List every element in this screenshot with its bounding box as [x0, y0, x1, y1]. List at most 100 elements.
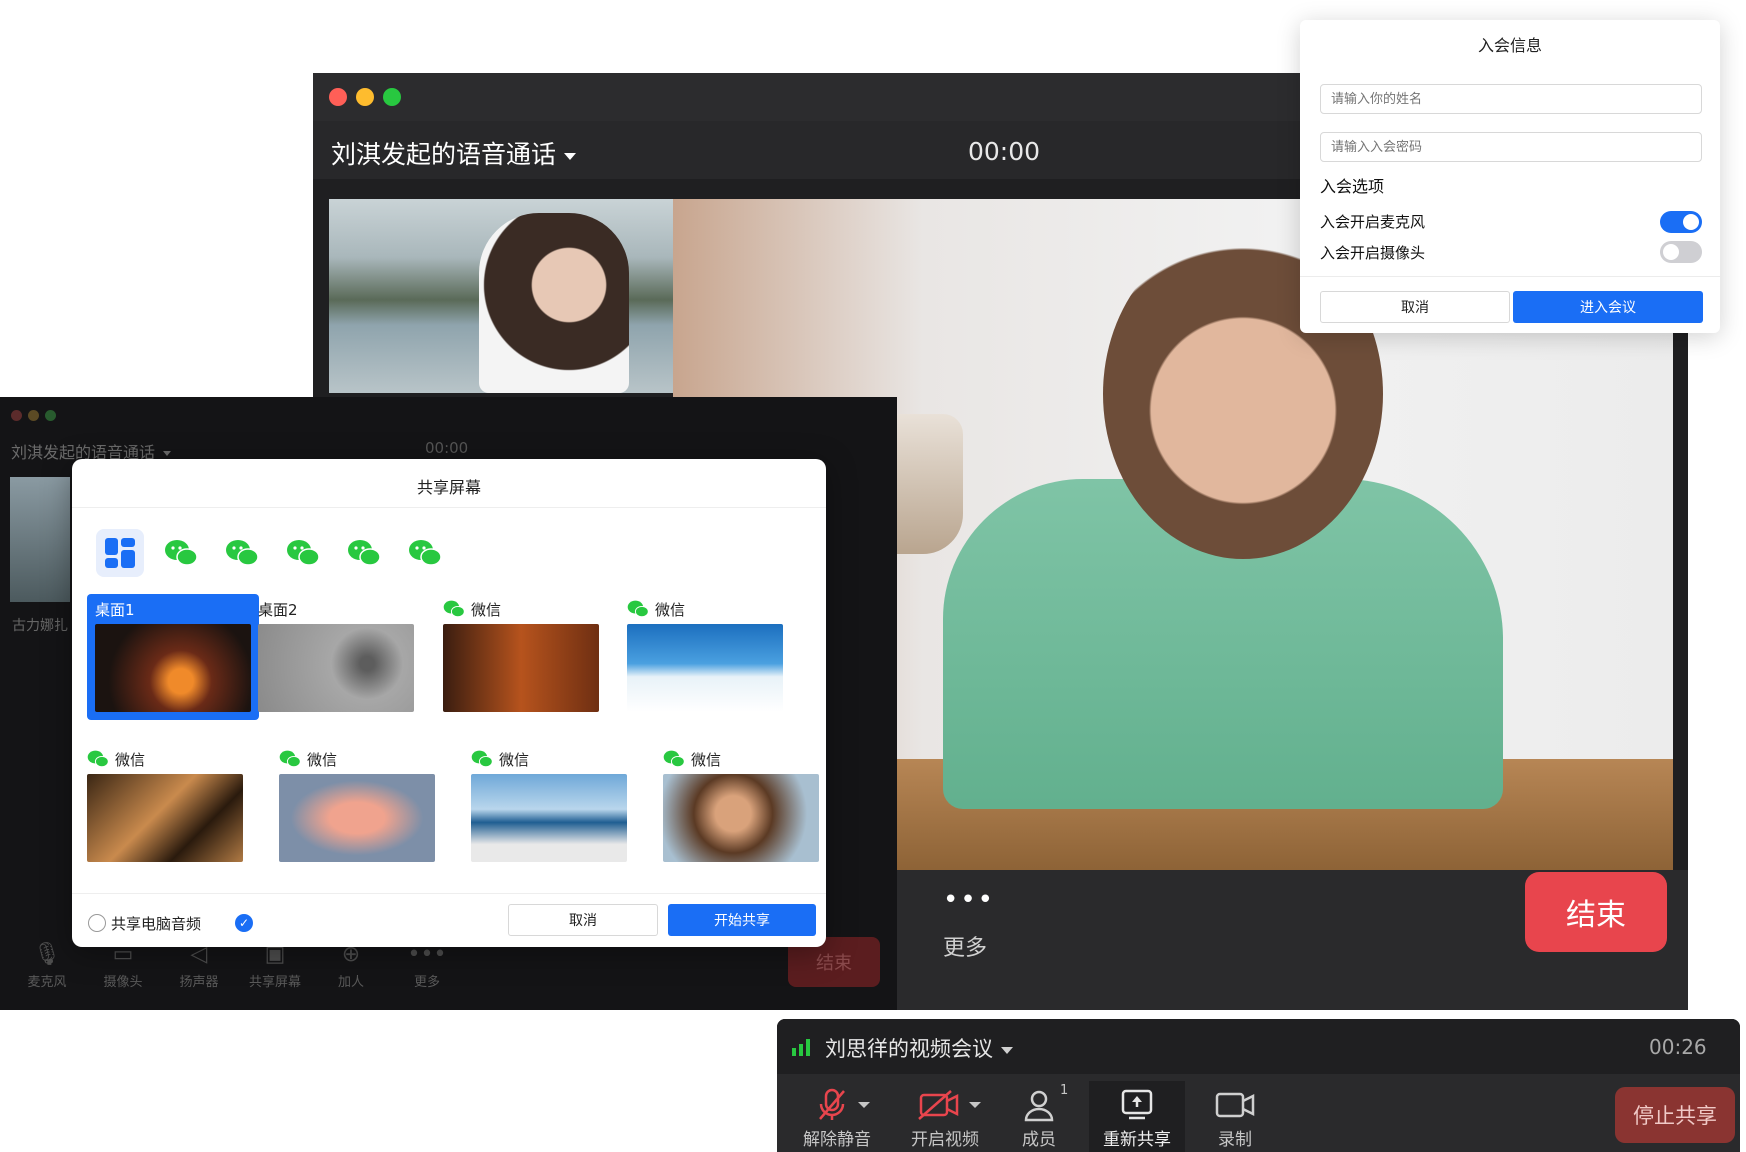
meeting-title[interactable]: 刘思徉的视频会议 — [825, 1033, 1013, 1063]
chevron-down-icon — [564, 152, 577, 160]
divider — [1300, 276, 1720, 277]
share-screen-icon — [1121, 1089, 1153, 1120]
start-video-button[interactable]: 开启视频 — [897, 1081, 993, 1152]
window-thumbnail-image — [258, 624, 414, 712]
background-thumbnail — [10, 477, 70, 602]
window-card-wechat[interactable]: 微信 — [435, 594, 607, 712]
share-audio-radio[interactable] — [88, 914, 106, 932]
sharing-toolbar: 刘思徉的视频会议 00:26 解除静音 开启视频 成员 1 重新共享 录制 停止… — [777, 1019, 1740, 1152]
window-controls — [11, 406, 65, 425]
password-input[interactable] — [1320, 132, 1702, 162]
window-card-label: 桌面1 — [95, 600, 135, 619]
bg-tool-label: 摄像头 — [103, 975, 143, 990]
divider — [72, 507, 826, 508]
members-count-badge: 1 — [1060, 1083, 1069, 1098]
sharing-toolbar-header: 刘思徉的视频会议 00:26 — [777, 1019, 1740, 1074]
window-card-desktop1[interactable]: 桌面1 — [87, 594, 259, 720]
bg-tool-label: 更多 — [413, 975, 440, 990]
background-call-timer: 00:00 — [425, 439, 469, 457]
name-input[interactable] — [1320, 84, 1702, 114]
end-call-button[interactable]: 结束 — [1525, 872, 1667, 952]
more-icon[interactable]: ••• — [943, 885, 995, 915]
chevron-down-icon — [1001, 1046, 1013, 1054]
window-thumbnail-image — [279, 774, 435, 862]
more-label[interactable]: 更多 — [943, 930, 987, 962]
bg-tool-add[interactable]: ⊕ 加人 — [316, 942, 386, 990]
wechat-icon — [87, 750, 109, 768]
wechat-icon[interactable] — [218, 529, 266, 577]
wechat-icon[interactable] — [340, 529, 388, 577]
join-cancel-button[interactable]: 取消 — [1320, 291, 1510, 323]
zoom-dot-icon[interactable] — [45, 410, 56, 421]
mic-icon: 🎙 — [33, 942, 61, 967]
thumbnail-video[interactable] — [329, 199, 673, 393]
window-card-label: 桌面2 — [258, 600, 298, 619]
meeting-timer: 00:26 — [1649, 1035, 1707, 1059]
close-dot-icon[interactable] — [11, 410, 22, 421]
meeting-title-text: 刘思徉的视频会议 — [825, 1037, 993, 1061]
share-audio-label[interactable]: 共享电脑音频 — [111, 913, 201, 934]
participant-name: 古力娜扎 — [12, 618, 68, 634]
call-title[interactable]: 刘淇发起的语音通话 — [331, 135, 577, 171]
bg-tool-camera[interactable]: ▭ 摄像头 — [88, 942, 158, 990]
window-card-wechat[interactable]: 微信 — [463, 744, 635, 862]
camera-toggle[interactable] — [1660, 241, 1702, 263]
record-icon — [1215, 1092, 1255, 1118]
minimize-dot-icon[interactable] — [356, 88, 374, 106]
bg-tool-speaker[interactable]: ◁ 扬声器 — [164, 942, 234, 990]
signal-icon — [792, 1039, 810, 1056]
divider — [72, 893, 826, 894]
start-share-button[interactable]: 开始共享 — [668, 904, 816, 936]
window-card-title: 微信 — [307, 750, 338, 769]
members-button[interactable]: 成员 1 — [991, 1081, 1087, 1152]
toggle-knob — [1683, 214, 1699, 230]
mic-toggle[interactable] — [1660, 211, 1702, 233]
wechat-icon[interactable] — [157, 529, 205, 577]
reshare-button[interactable]: 重新共享 — [1089, 1081, 1185, 1152]
close-dot-icon[interactable] — [329, 88, 347, 106]
enter-meeting-button[interactable]: 进入会议 — [1513, 291, 1703, 323]
zoom-dot-icon[interactable] — [383, 88, 401, 106]
toggle-knob — [1663, 244, 1679, 260]
window-card-wechat[interactable]: 微信 — [79, 744, 251, 862]
tool-label: 录制 — [1218, 1130, 1252, 1150]
join-options-heading: 入会选项 — [1320, 177, 1385, 196]
share-cancel-button[interactable]: 取消 — [508, 904, 658, 936]
wechat-icon[interactable] — [401, 529, 449, 577]
window-controls — [329, 88, 410, 110]
record-button[interactable]: 录制 — [1187, 1081, 1283, 1152]
wechat-icon[interactable] — [279, 529, 327, 577]
desktop-grid-icon[interactable] — [96, 529, 144, 577]
join-panel-title: 入会信息 — [1477, 36, 1542, 55]
window-card-title: 微信 — [691, 750, 722, 769]
unmute-button[interactable]: 解除静音 — [789, 1081, 885, 1152]
camera-option-label: 入会开启摄像头 — [1320, 244, 1426, 262]
window-card-title: 微信 — [499, 750, 530, 769]
thumbnail-person-image — [479, 213, 629, 393]
minimize-dot-icon[interactable] — [28, 410, 39, 421]
bg-tool-mic[interactable]: 🎙 麦克风 — [12, 942, 82, 990]
wechat-icon — [279, 750, 301, 768]
tool-label: 重新共享 — [1103, 1130, 1171, 1150]
window-thumbnail-image — [471, 774, 627, 862]
wechat-icon — [627, 600, 649, 618]
window-card-label: 微信 — [655, 744, 827, 774]
bg-tool-more[interactable]: ••• 更多 — [392, 942, 462, 990]
window-card-wechat[interactable]: 微信 — [619, 594, 791, 712]
window-card-wechat[interactable]: 微信 — [271, 744, 443, 862]
bg-tool-label: 扬声器 — [179, 975, 219, 990]
call-timer: 00:00 — [968, 137, 1041, 166]
window-card-label: 微信 — [435, 594, 607, 624]
bg-tool-share[interactable]: ▣ 共享屏幕 — [240, 942, 310, 990]
stop-share-button[interactable]: 停止共享 — [1615, 1087, 1735, 1143]
chevron-down-icon — [163, 451, 172, 456]
check-icon[interactable]: ✓ — [235, 914, 253, 932]
wechat-icon — [443, 600, 465, 618]
window-card-title: 微信 — [655, 600, 686, 619]
window-thumbnail-image — [663, 774, 819, 862]
mic-muted-icon — [819, 1088, 870, 1120]
bg-tool-label: 加人 — [337, 975, 364, 990]
window-card-wechat[interactable]: 微信 — [655, 744, 827, 862]
mic-option-label: 入会开启麦克风 — [1320, 213, 1426, 231]
window-card-desktop2[interactable]: 桌面2 — [250, 594, 422, 712]
